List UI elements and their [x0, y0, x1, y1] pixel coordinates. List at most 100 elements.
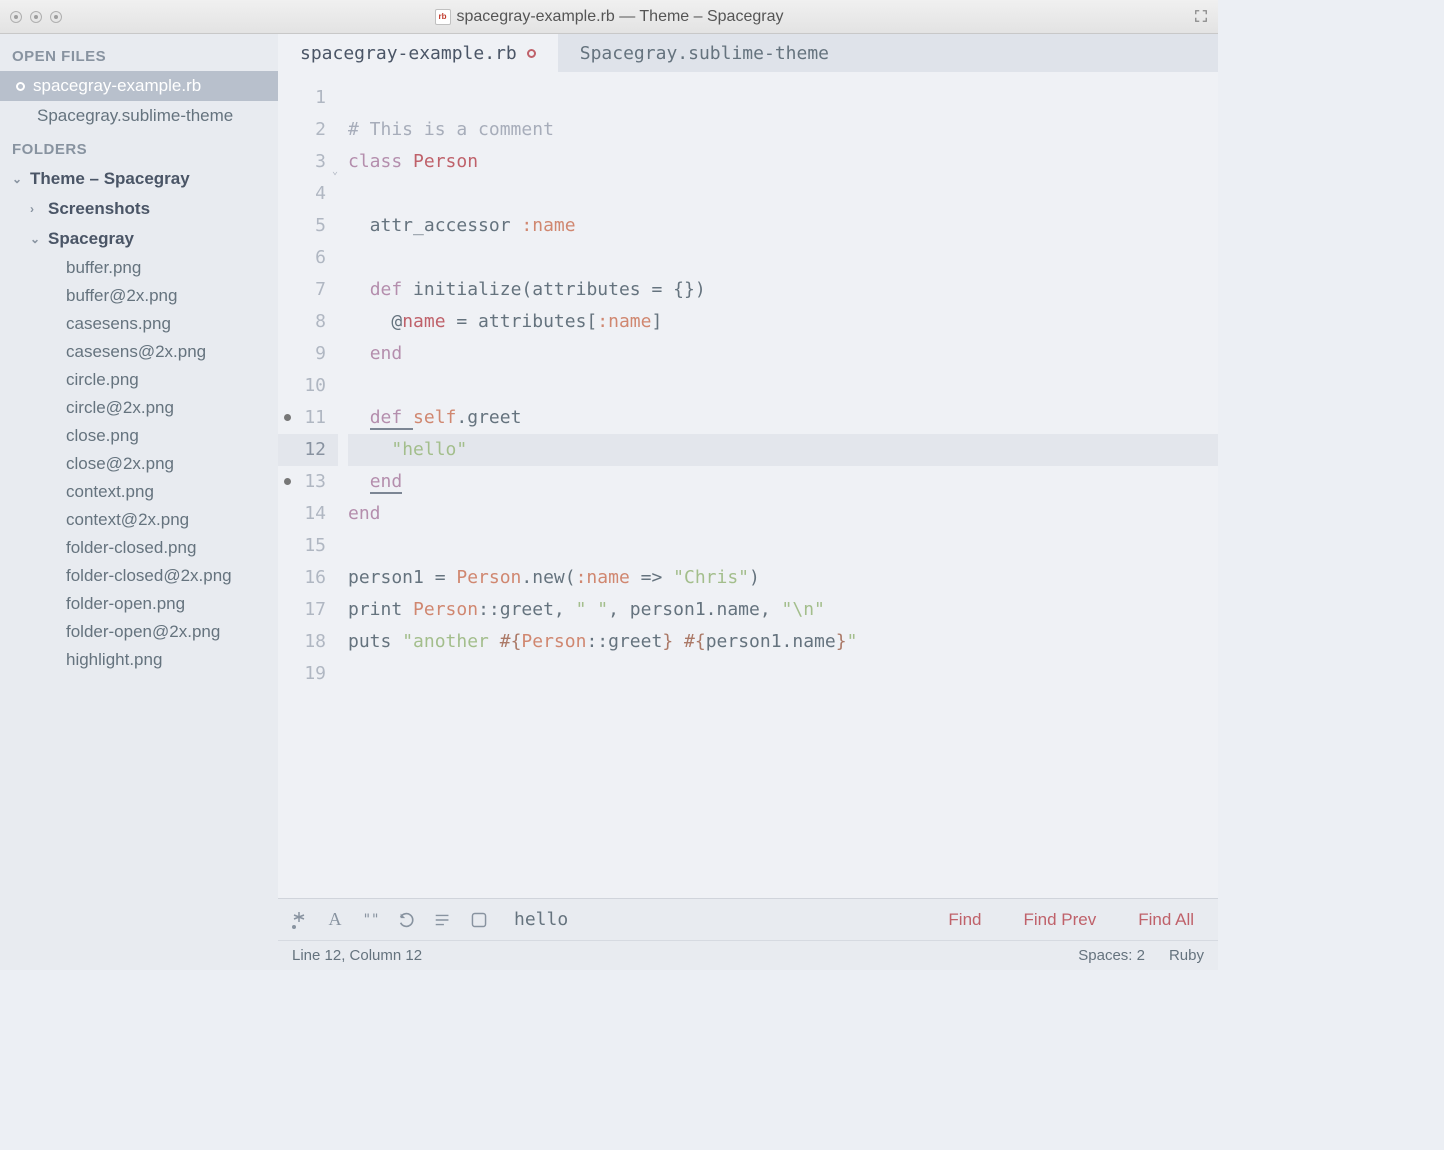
status-position[interactable]: Line 12, Column 12 — [292, 947, 422, 964]
folder-item[interactable]: ⌄ Spacegray — [0, 224, 278, 254]
file-item[interactable]: highlight.png — [0, 646, 278, 674]
code-line[interactable]: @name = attributes[:name] — [348, 306, 1218, 338]
window-controls — [10, 11, 62, 23]
file-item[interactable]: circle@2x.png — [0, 394, 278, 422]
code-line[interactable]: attr_accessor :name — [348, 210, 1218, 242]
code-line[interactable] — [348, 530, 1218, 562]
status-syntax[interactable]: Ruby — [1169, 947, 1204, 964]
editor: spacegray-example.rb Spacegray.sublime-th… — [278, 34, 1218, 970]
tab[interactable]: Spacegray.sublime-theme — [558, 34, 851, 72]
tab[interactable]: spacegray-example.rb — [278, 34, 558, 72]
code-line[interactable]: end — [348, 466, 1218, 498]
open-file-label: Spacegray.sublime-theme — [37, 106, 233, 126]
code-line[interactable]: print Person::greet, " ", person1.name, … — [348, 594, 1218, 626]
code-line[interactable]: def initialize(attributes = {}) — [348, 274, 1218, 306]
folder-item[interactable]: ›Screenshots — [0, 194, 278, 224]
minimize-window-button[interactable] — [30, 11, 42, 23]
line-number[interactable]: 11 — [278, 402, 338, 434]
find-input[interactable]: hello — [514, 909, 920, 930]
file-item[interactable]: close.png — [0, 422, 278, 450]
code-line[interactable] — [348, 82, 1218, 114]
gutter-mark-icon — [284, 478, 291, 485]
find-all-button[interactable]: Find All — [1124, 910, 1208, 930]
line-number[interactable]: 15 — [278, 530, 338, 562]
line-number[interactable]: 12 — [278, 434, 338, 466]
zoom-window-button[interactable] — [50, 11, 62, 23]
gutter-mark-icon — [284, 414, 291, 421]
line-number[interactable]: 14 — [278, 498, 338, 530]
case-sensitive-toggle-icon[interactable]: A — [324, 909, 346, 931]
sidebar[interactable]: OPEN FILES spacegray-example.rb Spacegray… — [0, 34, 278, 970]
in-selection-toggle-icon[interactable] — [432, 909, 454, 931]
folder-root[interactable]: ⌄ Theme – Spacegray — [0, 164, 278, 194]
line-number[interactable]: 10 — [278, 370, 338, 402]
code-line[interactable]: person1 = Person.new(:name => "Chris") — [348, 562, 1218, 594]
status-spaces[interactable]: Spaces: 2 — [1078, 947, 1145, 964]
line-number[interactable]: 4 — [278, 178, 338, 210]
regex-toggle-icon[interactable] — [288, 909, 310, 931]
code-line[interactable] — [348, 242, 1218, 274]
code-line[interactable]: end — [348, 338, 1218, 370]
code-area[interactable]: 123⌄45678910111213141516171819 # This is… — [278, 72, 1218, 898]
titlebar: rb spacegray-example.rb — Theme – Spaceg… — [0, 0, 1218, 34]
line-number[interactable]: 18 — [278, 626, 338, 658]
gutter[interactable]: 123⌄45678910111213141516171819 — [278, 72, 338, 898]
line-number[interactable]: 7 — [278, 274, 338, 306]
line-number[interactable]: 19 — [278, 658, 338, 690]
line-number[interactable]: 1 — [278, 82, 338, 114]
code-line[interactable] — [348, 370, 1218, 402]
fullscreen-icon[interactable] — [1194, 9, 1208, 23]
dirty-indicator-icon — [527, 49, 536, 58]
code-line[interactable]: # This is a comment — [348, 114, 1218, 146]
code-line[interactable]: puts "another #{Person::greet} #{person1… — [348, 626, 1218, 658]
line-number[interactable]: 9 — [278, 338, 338, 370]
file-item[interactable]: folder-open.png — [0, 590, 278, 618]
file-item[interactable]: circle.png — [0, 366, 278, 394]
find-button[interactable]: Find — [934, 910, 995, 930]
open-file-item[interactable]: Spacegray.sublime-theme — [0, 101, 278, 131]
file-item[interactable]: folder-open@2x.png — [0, 618, 278, 646]
file-item[interactable]: close@2x.png — [0, 450, 278, 478]
file-item[interactable]: folder-closed@2x.png — [0, 562, 278, 590]
window-title-text: spacegray-example.rb — Theme – Spacegray — [457, 8, 784, 26]
tabbar[interactable]: spacegray-example.rb Spacegray.sublime-th… — [278, 34, 1218, 72]
code-line[interactable] — [348, 178, 1218, 210]
folder-label: Spacegray — [48, 229, 134, 249]
open-files-header: OPEN FILES — [0, 38, 278, 71]
line-number[interactable]: 3⌄ — [278, 146, 338, 178]
folder-label: Screenshots — [48, 199, 150, 219]
code-line[interactable] — [348, 658, 1218, 690]
code-line[interactable]: "hello" — [348, 434, 1218, 466]
code-line[interactable]: def self.greet — [348, 402, 1218, 434]
whole-word-toggle-icon[interactable]: "" — [360, 909, 382, 931]
code-content[interactable]: # This is a commentclass Person attr_acc… — [338, 72, 1218, 898]
folders-header: FOLDERS — [0, 131, 278, 164]
close-window-button[interactable] — [10, 11, 22, 23]
find-prev-button[interactable]: Find Prev — [1010, 910, 1111, 930]
window-title: rb spacegray-example.rb — Theme – Spaceg… — [0, 8, 1218, 26]
file-item[interactable]: folder-closed.png — [0, 534, 278, 562]
file-item[interactable]: context@2x.png — [0, 506, 278, 534]
tab-label: spacegray-example.rb — [300, 43, 517, 64]
dirty-indicator-icon — [16, 82, 25, 91]
line-number[interactable]: 8 — [278, 306, 338, 338]
file-item[interactable]: casesens.png — [0, 310, 278, 338]
line-number[interactable]: 17 — [278, 594, 338, 626]
line-number[interactable]: 5 — [278, 210, 338, 242]
highlight-toggle-icon[interactable] — [468, 909, 490, 931]
file-item[interactable]: casesens@2x.png — [0, 338, 278, 366]
chevron-down-icon: ⌄ — [30, 232, 42, 246]
open-file-label: spacegray-example.rb — [33, 76, 201, 96]
file-item[interactable]: buffer.png — [0, 254, 278, 282]
folder-root-label: Theme – Spacegray — [30, 169, 190, 189]
line-number[interactable]: 2 — [278, 114, 338, 146]
line-number[interactable]: 16 — [278, 562, 338, 594]
file-item[interactable]: context.png — [0, 478, 278, 506]
code-line[interactable]: end — [348, 498, 1218, 530]
wrap-toggle-icon[interactable] — [396, 909, 418, 931]
open-file-item[interactable]: spacegray-example.rb — [0, 71, 278, 101]
line-number[interactable]: 13 — [278, 466, 338, 498]
line-number[interactable]: 6 — [278, 242, 338, 274]
file-item[interactable]: buffer@2x.png — [0, 282, 278, 310]
code-line[interactable]: class Person — [348, 146, 1218, 178]
